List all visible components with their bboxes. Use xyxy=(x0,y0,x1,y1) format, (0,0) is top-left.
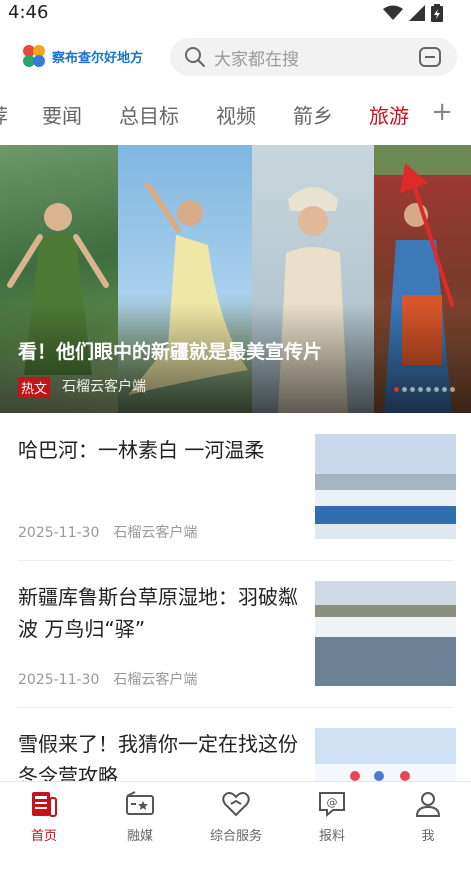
logo-mark-icon xyxy=(20,42,48,70)
tab-recommend[interactable]: 荐 xyxy=(0,100,8,129)
news-source: 石榴云客户端 xyxy=(113,672,198,688)
nav-home[interactable]: 首页 xyxy=(4,790,84,844)
nav-services-label: 综合服务 xyxy=(209,829,262,844)
pager-dot xyxy=(450,387,455,392)
status-time: 4:46 xyxy=(8,2,49,23)
nav-home-label: 首页 xyxy=(30,829,57,844)
scan-icon[interactable] xyxy=(419,47,441,67)
nav-me-label: 我 xyxy=(421,829,435,844)
news-meta: 2025-11-30 石榴云客户端 xyxy=(18,669,197,689)
nav-media[interactable]: 融媒 xyxy=(100,790,180,844)
channel-tabs: 荐 要闻 总目标 视频 箭乡 旅游 + xyxy=(0,92,471,140)
search-icon xyxy=(185,47,205,67)
battery-icon xyxy=(431,4,443,22)
pager-dot xyxy=(410,387,415,392)
status-icons xyxy=(383,4,443,22)
newspaper-icon xyxy=(32,792,57,817)
news-title: 新疆库鲁斯台草原湿地：羽破粼波 万鸟归“驿” xyxy=(18,585,298,641)
pager-dot xyxy=(442,387,447,392)
report-at-icon: @ xyxy=(319,792,345,818)
banner-source: 石榴云客户端 xyxy=(62,379,146,395)
nav-report[interactable]: @ 报料 xyxy=(292,790,372,844)
person-icon xyxy=(415,792,441,817)
tab-headlines[interactable]: 要闻 xyxy=(42,100,82,129)
status-bar: 4:46 xyxy=(0,0,471,26)
pager-dot xyxy=(394,387,399,392)
nav-report-label: 报料 xyxy=(318,829,345,844)
news-thumbnail xyxy=(315,581,456,686)
news-thumbnail xyxy=(315,434,456,539)
logo-text: 察布查尔好地方 xyxy=(52,50,144,66)
news-meta: 2025-11-30 石榴云客户端 xyxy=(18,522,197,542)
news-item[interactable]: 哈巴河：一林素白 一河温柔 2025-11-30 石榴云客户端 xyxy=(0,434,471,580)
add-channel-button[interactable]: + xyxy=(431,99,453,125)
tab-video[interactable]: 视频 xyxy=(216,100,256,129)
wifi-icon xyxy=(383,5,403,20)
pager-dot xyxy=(434,387,439,392)
pager-dot xyxy=(402,387,407,392)
news-date: 2025-11-30 xyxy=(18,672,100,688)
app-logo[interactable]: 察布查尔好地方 xyxy=(20,42,143,70)
banner-title: 看！他们眼中的新疆就是最美宣传片 xyxy=(18,341,323,363)
news-date: 2025-11-30 xyxy=(18,525,100,541)
news-title: 哈巴河：一林素白 一河温柔 xyxy=(18,438,265,462)
tab-travel[interactable]: 旅游 xyxy=(369,100,409,129)
app-header: 察布查尔好地方 大家都在搜 xyxy=(0,26,471,90)
pager-dot xyxy=(426,387,431,392)
heart-service-icon xyxy=(222,792,250,817)
banner-tag: 热文 xyxy=(18,377,51,398)
signal-icon xyxy=(409,5,425,21)
divider xyxy=(18,707,453,708)
svg-text:@: @ xyxy=(327,796,338,809)
nav-media-label: 融媒 xyxy=(126,829,153,844)
search-bar[interactable]: 大家都在搜 xyxy=(170,38,457,76)
news-item[interactable]: 新疆库鲁斯台草原湿地：羽破粼波 万鸟归“驿” 2025-11-30 石榴云客户端 xyxy=(0,581,471,727)
pager-dot xyxy=(418,387,423,392)
bottom-navigation: 首页 融媒 综合服务 @ 报料 我 xyxy=(0,781,471,844)
banner-pager xyxy=(394,387,455,392)
featured-banner[interactable]: 看！他们眼中的新疆就是最美宣传片 热文 石榴云客户端 xyxy=(0,145,471,413)
nav-services[interactable]: 综合服务 xyxy=(196,790,276,844)
tab-general-goal[interactable]: 总目标 xyxy=(119,100,179,129)
divider xyxy=(18,560,453,561)
nav-me[interactable]: 我 xyxy=(388,790,468,844)
news-source: 石榴云客户端 xyxy=(113,525,198,541)
media-star-icon xyxy=(126,791,154,815)
tab-arrow-town[interactable]: 箭乡 xyxy=(293,100,333,129)
search-placeholder: 大家都在搜 xyxy=(214,49,299,70)
